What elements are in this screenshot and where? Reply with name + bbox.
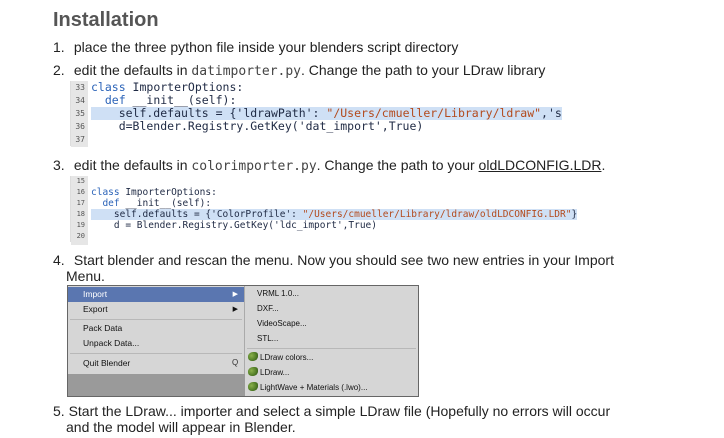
line-number: 20 bbox=[71, 231, 88, 245]
step-2: 2. edit the defaults in datimporter.py. … bbox=[53, 62, 546, 79]
line-number: 36 bbox=[71, 120, 88, 134]
submenu-arrow-icon: ▶ bbox=[232, 291, 238, 298]
submenu-item-stl[interactable]: STL... bbox=[257, 332, 278, 346]
submenu-item-ldraw[interactable]: LDraw... bbox=[248, 366, 289, 380]
python-script-icon bbox=[248, 352, 258, 361]
code-text: def __init__(self): bbox=[91, 198, 212, 209]
step-4-continued: Menu. bbox=[66, 268, 105, 284]
step-1-text: place the three python file inside your … bbox=[73, 39, 459, 55]
menu-item-unpack-data[interactable]: Unpack Data... bbox=[68, 336, 244, 351]
step-5: 5. Start the LDraw... importer and selec… bbox=[53, 403, 611, 419]
filename-colorimporter: colorimporter.py bbox=[191, 159, 317, 174]
blender-file-menu: Import ▶ Export ▶ Pack Data Unpack Data.… bbox=[67, 285, 419, 397]
import-submenu: VRML 1.0... DXF... VideoScape... STL... … bbox=[245, 286, 418, 396]
page-title: Installation bbox=[53, 9, 159, 31]
code-text: d=Blender.Registry.GetKey('dat_import',T… bbox=[91, 119, 424, 133]
step-5-continued: and the model will appear in Blender. bbox=[66, 419, 296, 435]
code-line: 17 def __init__(self): bbox=[71, 198, 561, 212]
code-line: 37 bbox=[71, 133, 561, 147]
submenu-item-ldraw-colors[interactable]: LDraw colors... bbox=[248, 351, 313, 365]
step-3: 3. edit the defaults in colorimporter.py… bbox=[53, 157, 606, 174]
code-line: 18 self.defaults = {'ColorProfile': "/Us… bbox=[71, 209, 578, 223]
menu-item-import[interactable]: Import ▶ bbox=[68, 287, 244, 302]
line-number: 37 bbox=[71, 133, 88, 147]
code-line: 20 bbox=[71, 231, 561, 245]
menu-item-export[interactable]: Export ▶ bbox=[68, 302, 244, 317]
code-text: self.defaults = {'ColorProfile': "/Users… bbox=[91, 209, 578, 220]
python-script-icon bbox=[248, 382, 258, 391]
code-text: d = Blender.Registry.GetKey('ldc_import'… bbox=[91, 220, 377, 231]
submenu-arrow-icon: ▶ bbox=[232, 306, 238, 313]
code-block-colorimporter: 15 16 class ImporterOptions: 17 def __init_… bbox=[70, 176, 578, 245]
code-line: 16 class ImporterOptions: bbox=[71, 187, 561, 201]
step-4: 4. Start blender and rescan the menu. No… bbox=[53, 252, 614, 268]
submenu-item-videoscape[interactable]: VideoScape... bbox=[257, 317, 307, 331]
python-script-icon bbox=[248, 367, 258, 376]
file-menu-left: Import ▶ Export ▶ Pack Data Unpack Data.… bbox=[68, 286, 245, 374]
submenu-item-lightwave[interactable]: LightWave + Materials (.lwo)... bbox=[248, 381, 368, 395]
filename-datimporter: datimporter.py bbox=[191, 64, 301, 79]
menu-item-quit-blender[interactable]: Quit Blender bbox=[68, 356, 244, 371]
submenu-item-vrml[interactable]: VRML 1.0... bbox=[257, 287, 299, 301]
code-line: 15 bbox=[71, 176, 561, 190]
submenu-item-dxf[interactable]: DXF... bbox=[257, 302, 279, 316]
quit-shortcut: Q bbox=[232, 358, 239, 367]
code-block-datimporter: 33 class ImporterOptions: 34 def __init__(… bbox=[70, 81, 562, 147]
line-number: 33 bbox=[71, 81, 88, 95]
oldldconfig-link[interactable]: oldLDCONFIG.LDR bbox=[479, 157, 602, 173]
line-number: 35 bbox=[71, 107, 88, 121]
step-1: 1. place the three python file inside yo… bbox=[53, 39, 459, 55]
menu-divider bbox=[247, 348, 416, 349]
menu-divider bbox=[70, 353, 242, 354]
menu-item-pack-data[interactable]: Pack Data bbox=[68, 321, 244, 336]
line-number: 34 bbox=[71, 94, 88, 108]
menu-divider bbox=[70, 319, 242, 320]
code-line: 36 d=Blender.Registry.GetKey('dat_import… bbox=[71, 119, 561, 134]
code-line: 19 d = Blender.Registry.GetKey('ldc_impo… bbox=[71, 220, 561, 234]
code-text: class ImporterOptions: bbox=[91, 187, 217, 198]
